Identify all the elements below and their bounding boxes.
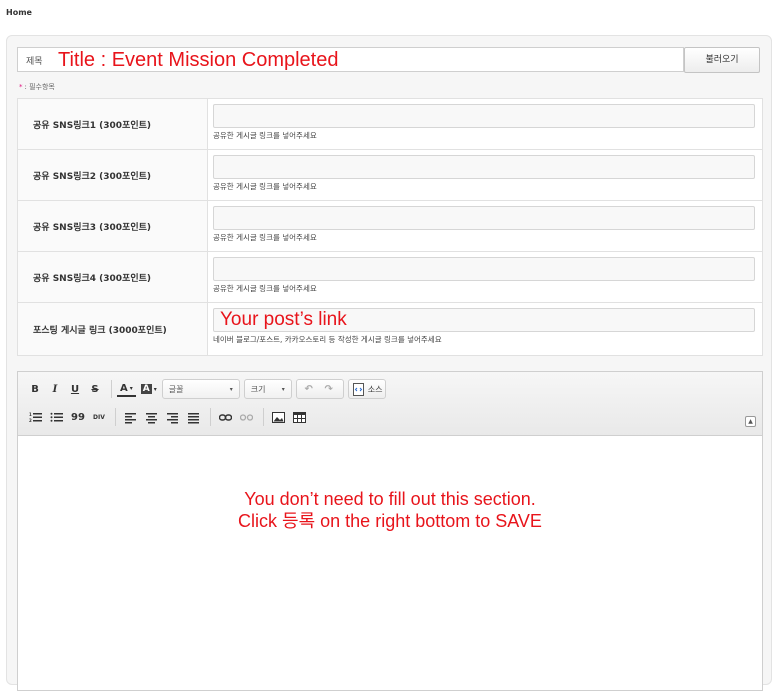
editor-annotation-line2: Click 등록 on the right bottom to SAVE	[238, 511, 542, 531]
field-help: 공유한 게시글 링크를 넣어주세요	[213, 182, 317, 191]
align-left-icon[interactable]	[121, 407, 140, 427]
italic-button[interactable]: I	[46, 379, 64, 399]
size-combo-label: 크기	[250, 384, 266, 394]
form-row-sns3: 공유 SNS링크3 (300포인트) 공유한 게시글 링크를 넣어주세요	[18, 201, 762, 252]
font-size-select[interactable]: 크기 ▾	[243, 379, 292, 399]
sns-link-1-input[interactable]	[213, 104, 755, 128]
svg-text:1: 1	[29, 412, 32, 417]
bold-button[interactable]: B	[26, 379, 44, 399]
font-family-select[interactable]: 글꼴 ▾	[161, 379, 240, 399]
editor-annotation: You don’t need to fill out this section.…	[18, 488, 762, 532]
toolbar-separator	[209, 408, 211, 426]
text-color-label: A	[120, 382, 128, 394]
title-input[interactable]: 제목 Title : Event Mission Completed	[17, 47, 684, 72]
chevron-down-icon: ▾	[229, 385, 233, 393]
breadcrumb[interactable]: Home	[6, 8, 32, 17]
field-label: 포스팅 게시글 링크 (3000포인트)	[18, 303, 208, 355]
write-form-panel: 제목 Title : Event Mission Completed 불러오기 …	[6, 35, 772, 691]
background-color-button[interactable]: A ▾	[138, 379, 160, 399]
form-row-sns2: 공유 SNS링크2 (300포인트) 공유한 게시글 링크를 넣어주세요	[18, 150, 762, 201]
image-icon[interactable]	[269, 407, 288, 427]
strikethrough-button[interactable]: S	[86, 379, 104, 399]
post-link-input[interactable]: Your post’s link	[213, 308, 755, 332]
numbered-list-icon[interactable]: 12	[26, 407, 45, 427]
chevron-down-icon: ▾	[281, 385, 285, 393]
text-color-button[interactable]: A ▾	[117, 381, 136, 397]
field-help: 공유한 게시글 링크를 넣어주세요	[213, 233, 317, 242]
unlink-icon[interactable]	[237, 407, 256, 427]
bulleted-list-icon[interactable]	[47, 407, 66, 427]
toolbar-separator	[262, 408, 264, 426]
rich-text-editor: B I U S A ▾ A ▾ 글꼴 ▾ 크기 ▾ ↶ ↷ 소스 1 2 99 …	[17, 371, 763, 691]
required-star: *	[19, 83, 23, 91]
underline-button[interactable]: U	[66, 379, 84, 399]
source-button[interactable]: 소스	[347, 379, 387, 399]
post-link-annotation: Your post’s link	[220, 309, 347, 330]
align-center-icon[interactable]	[142, 407, 161, 427]
title-label: 제목	[26, 57, 43, 67]
align-right-icon[interactable]	[163, 407, 182, 427]
form-row-sns1: 공유 SNS링크1 (300포인트) 공유한 게시글 링크를 넣어주세요	[18, 99, 762, 150]
field-label: 공유 SNS링크2 (300포인트)	[18, 150, 208, 200]
title-annotation: Title : Event Mission Completed	[58, 49, 339, 71]
required-note-text: : 필수항목	[24, 83, 55, 91]
field-help: 공유한 게시글 링크를 넣어주세요	[213, 131, 317, 140]
extra-fields-table: 공유 SNS링크1 (300포인트) 공유한 게시글 링크를 넣어주세요 공유 …	[17, 98, 763, 356]
undo-icon[interactable]: ↶	[300, 379, 318, 399]
editor-toolbar: B I U S A ▾ A ▾ 글꼴 ▾ 크기 ▾ ↶ ↷ 소스 1 2 99 …	[18, 372, 762, 436]
field-help: 공유한 게시글 링크를 넣어주세요	[213, 284, 317, 293]
link-icon[interactable]	[216, 407, 235, 427]
field-label: 공유 SNS링크4 (300포인트)	[18, 252, 208, 302]
field-help: 네이버 블로그/포스트, 카카오스토리 등 작성한 게시글 링크를 넣어주세요	[213, 335, 442, 344]
align-justify-icon[interactable]	[184, 407, 203, 427]
toolbar-separator	[114, 408, 116, 426]
sns-link-2-input[interactable]	[213, 155, 755, 179]
font-combo-label: 글꼴	[168, 384, 184, 394]
required-note: *: 필수항목	[19, 82, 55, 92]
editor-content-area[interactable]: You don’t need to fill out this section.…	[18, 436, 762, 690]
chevron-down-icon: ▾	[129, 384, 133, 392]
field-label: 공유 SNS링크3 (300포인트)	[18, 201, 208, 251]
sns-link-3-input[interactable]	[213, 206, 755, 230]
toolbar-separator	[111, 380, 112, 398]
form-row-post-link: 포스팅 게시글 링크 (3000포인트) Your post’s link 네이…	[18, 303, 762, 355]
field-label: 공유 SNS링크1 (300포인트)	[18, 99, 208, 149]
sns-link-4-input[interactable]	[213, 257, 755, 281]
table-icon[interactable]	[290, 407, 309, 427]
redo-icon[interactable]: ↷	[320, 379, 338, 399]
undo-redo-group: ↶ ↷	[295, 379, 344, 399]
svg-text:2: 2	[29, 418, 32, 423]
blockquote-button[interactable]: 99	[68, 407, 88, 427]
collapse-toolbar-button[interactable]: ▲	[745, 416, 756, 427]
source-label: 소스	[367, 384, 383, 394]
chevron-down-icon: ▾	[153, 385, 157, 393]
load-button[interactable]: 불러오기	[684, 47, 760, 73]
form-row-sns4: 공유 SNS링크4 (300포인트) 공유한 게시글 링크를 넣어주세요	[18, 252, 762, 303]
bg-color-label: A	[140, 384, 152, 394]
editor-annotation-line1: You don’t need to fill out this section.	[244, 489, 536, 509]
div-container-button[interactable]: DIV	[90, 407, 108, 427]
source-icon	[352, 382, 365, 396]
